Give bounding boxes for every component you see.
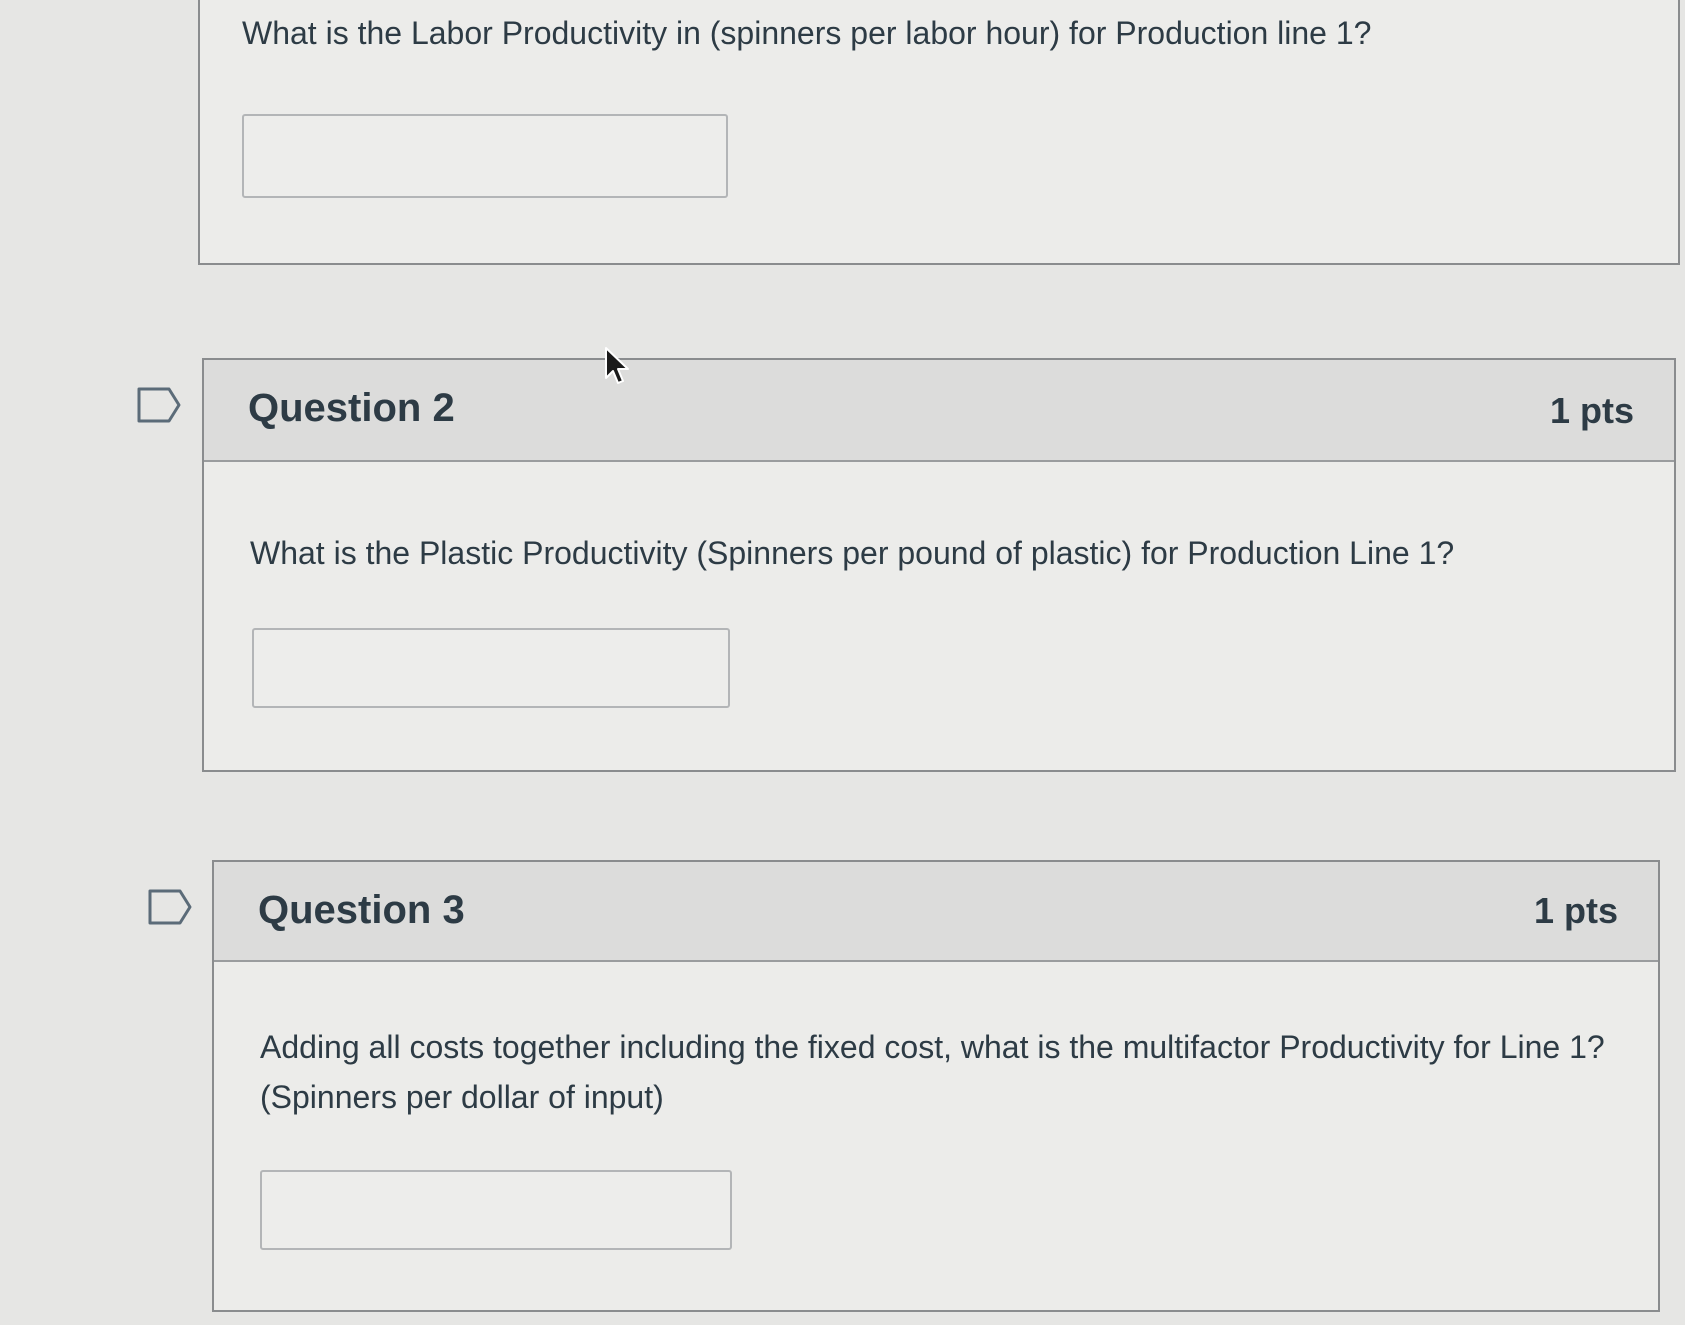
question-1-text: What is the Labor Productivity in (spinn… [242,15,1372,51]
question-3-points: 1 pts [1533,890,1618,931]
question-2-points: 1 pts [1549,390,1634,431]
flag-question-3-icon[interactable] [147,888,193,926]
mouse-pointer-icon [604,346,630,386]
question-1-card: What is the Labor Productivity in (spinn… [198,0,1680,265]
question-3-text: Adding all costs together including the … [260,1029,1605,1115]
question-3-title: Question 3 [258,888,465,932]
flag-question-2-icon[interactable] [136,386,182,424]
question-3-header: Question 3 1 pts [214,862,1658,962]
question-1-answer-input[interactable] [242,114,728,198]
question-3-card: Question 3 1 pts Adding all costs togeth… [212,860,1660,1312]
question-2-title: Question 2 [248,386,455,430]
question-2-header: Question 2 1 pts [204,360,1674,462]
question-2-text: What is the Plastic Productivity (Spinne… [250,535,1455,571]
question-2-answer-input[interactable] [252,628,730,708]
question-3-answer-input[interactable] [260,1170,732,1250]
question-2-card: Question 2 1 pts What is the Plastic Pro… [202,358,1676,772]
